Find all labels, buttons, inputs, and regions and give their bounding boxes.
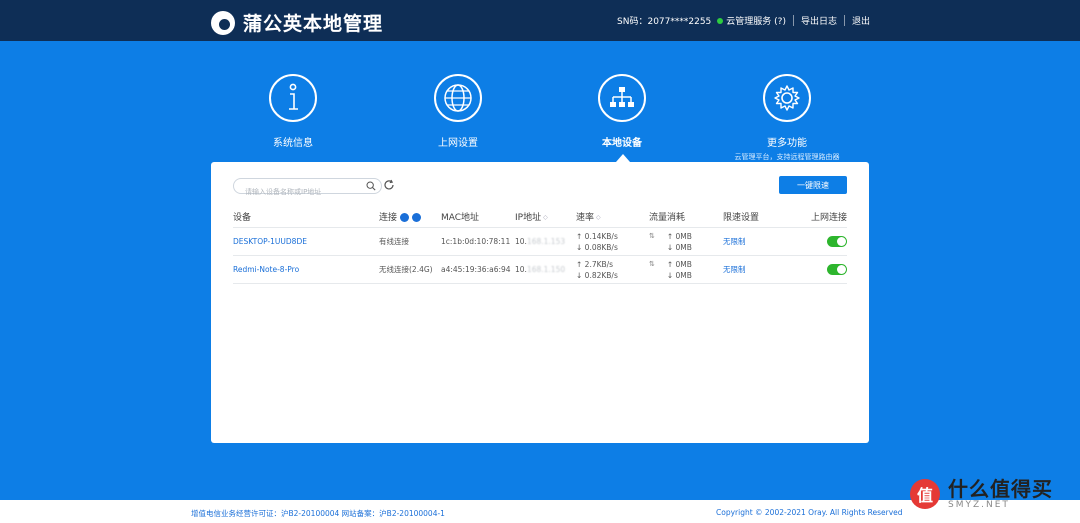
device-panel: 一键限速 设备 连接 MAC地址 IP地址◇ 速率◇ 流量消耗 限速设置 上网连… — [211, 162, 869, 443]
column-header: 速率 — [576, 213, 595, 223]
online-cell — [805, 264, 847, 275]
watermark-name: 什么值得买 — [948, 477, 1053, 501]
copyright-text: Copyright © 2002-2021 Oray. All Rights R… — [716, 508, 903, 517]
limit-setting-link[interactable]: 无限制 — [723, 236, 805, 247]
mac-address: 1c:1b:0d:10:78:11 — [441, 237, 511, 246]
main-nav: 系统信息 上网设置 本地设备 更多功能 云管理平台，支持远程管理路由器 — [0, 74, 1080, 164]
sort-icon[interactable]: ◇ — [596, 214, 601, 221]
search-input[interactable] — [234, 185, 359, 199]
limit-setting-link[interactable]: 无限制 — [723, 264, 805, 275]
online-toggle[interactable] — [827, 264, 847, 275]
divider — [792, 15, 794, 26]
nav-item-local-devices[interactable]: 本地设备 — [547, 74, 697, 149]
traffic-down: ↓ 0MB — [666, 270, 692, 280]
column-header: 限速设置 — [723, 213, 760, 223]
info-icon — [269, 74, 317, 122]
ip-masked: 168.1.153 — [526, 237, 566, 246]
watermark-text: 什么值得买 SMYZ.NET — [948, 478, 1053, 510]
device-table: 设备 连接 MAC地址 IP地址 ◇ 速率 ◇ 流量消耗 限速设置 上网连接 DES… — [233, 206, 847, 284]
column-header-rate[interactable]: 速率 ◇ — [576, 210, 649, 223]
nav-item-internet-settings[interactable]: 上网设置 — [383, 74, 533, 149]
traffic-icon: ⇅ — [649, 231, 655, 240]
nav-label: 系统信息 — [273, 138, 313, 149]
ip-masked: 168.1.150 — [526, 265, 566, 274]
connection-type: 有线连接 — [379, 237, 409, 246]
smzdm-seal-icon: 值 — [910, 479, 940, 509]
globe-icon — [434, 74, 482, 122]
column-header: 上网连接 — [810, 213, 847, 223]
export-log-link[interactable]: 导出日志 — [801, 14, 837, 27]
column-header: 设备 — [233, 213, 252, 223]
traffic-icon: ⇅ — [649, 259, 655, 268]
traffic-down: ↓ 0MB — [666, 242, 692, 252]
sort-icon[interactable]: ◇ — [543, 214, 548, 221]
network-tree-icon — [598, 74, 646, 122]
logout-link[interactable]: 退出 — [852, 14, 870, 27]
one-click-limit-button[interactable]: 一键限速 — [779, 176, 847, 194]
cloud-service-link[interactable]: 云管理服务 (?) — [726, 14, 786, 27]
header-actions: SN码：2077****2255 云管理服务 (?) 导出日志 退出 — [617, 14, 870, 27]
brand: 蒲公英本地管理 — [211, 9, 383, 36]
rate-down: ↓ 0.08KB/s — [576, 242, 618, 252]
table-row: DESKTOP-1UUD8DE 有线连接 1c:1b:0d:10:78:11 1… — [233, 228, 847, 256]
traffic-cell: ⇅ ↑ 0MB ↓ 0MB — [649, 259, 723, 281]
device-name-link[interactable]: Redmi-Note-8-Pro — [233, 265, 379, 274]
nav-item-more-features[interactable]: 更多功能 云管理平台，支持远程管理路由器 — [712, 74, 862, 162]
column-header-ip[interactable]: IP地址 ◇ — [515, 210, 576, 223]
traffic-up: ↑ 0MB — [666, 259, 692, 269]
top-header: 蒲公英本地管理 SN码：2077****2255 云管理服务 (?) 导出日志 … — [0, 0, 1080, 41]
column-header: 流量消耗 — [649, 213, 686, 223]
rate-cell: ↑ 0.14KB/s ↓ 0.08KB/s — [576, 231, 649, 253]
ip-address: 10.168.1.150 — [515, 265, 576, 274]
ip-prefix: 10. — [515, 237, 527, 246]
nav-label: 上网设置 — [438, 138, 478, 149]
online-cell — [805, 236, 847, 247]
device-name-link[interactable]: DESKTOP-1UUD8DE — [233, 237, 379, 246]
watermark-domain: SMYZ.NET — [948, 500, 1010, 510]
status-dot-icon — [717, 17, 724, 24]
traffic-up: ↑ 0MB — [666, 231, 692, 241]
refresh-icon[interactable] — [383, 179, 395, 191]
nav-item-system-info[interactable]: 系统信息 — [218, 74, 368, 149]
column-header-connection[interactable]: 连接 — [379, 210, 441, 223]
traffic-cell: ⇅ ↑ 0MB ↓ 0MB — [649, 231, 723, 253]
gear-icon — [763, 74, 811, 122]
watermark: 值 什么值得买 SMYZ.NET — [910, 478, 1053, 510]
active-indicator — [616, 154, 630, 162]
divider — [843, 15, 845, 26]
column-header: MAC地址 — [441, 213, 480, 223]
table-header: 设备 连接 MAC地址 IP地址 ◇ 速率 ◇ 流量消耗 限速设置 上网连接 — [233, 206, 847, 228]
wifi-filter-icon[interactable] — [412, 213, 422, 222]
traffic-values: ↑ 0MB ↓ 0MB — [657, 231, 692, 253]
table-row: Redmi-Note-8-Pro 无线连接(2.4G) a4:45:19:36:… — [233, 256, 847, 284]
license-text[interactable]: 增值电信业务经营许可证：沪B2-20100004 网站备案：沪B2-201000… — [191, 508, 445, 519]
app-title: 蒲公英本地管理 — [243, 13, 384, 35]
online-toggle[interactable] — [827, 236, 847, 247]
mac-address: a4:45:19:36:a6:94 — [441, 265, 511, 274]
rate-up: ↑ 2.7KB/s — [576, 259, 614, 269]
ip-address: 10.168.1.153 — [515, 237, 576, 246]
sn-code: SN码：2077****2255 — [617, 17, 712, 27]
rate-up: ↑ 0.14KB/s — [576, 231, 618, 241]
wired-filter-icon[interactable] — [400, 213, 410, 222]
rate-down: ↓ 0.82KB/s — [576, 270, 618, 280]
rate-cell: ↑ 2.7KB/s ↓ 0.82KB/s — [576, 259, 649, 281]
search-icon[interactable] — [366, 181, 376, 191]
nav-label: 更多功能 — [767, 138, 807, 149]
column-header: IP地址 — [515, 213, 542, 223]
connection-type: 无线连接(2.4G) — [379, 265, 433, 274]
nav-label: 本地设备 — [602, 138, 642, 149]
search-box — [233, 178, 382, 199]
traffic-values: ↑ 0MB ↓ 0MB — [657, 259, 692, 281]
pgy-logo-icon — [211, 10, 235, 35]
nav-sublabel: 云管理平台，支持远程管理路由器 — [734, 153, 840, 161]
ip-prefix: 10. — [515, 265, 527, 274]
column-header: 连接 — [379, 213, 398, 223]
